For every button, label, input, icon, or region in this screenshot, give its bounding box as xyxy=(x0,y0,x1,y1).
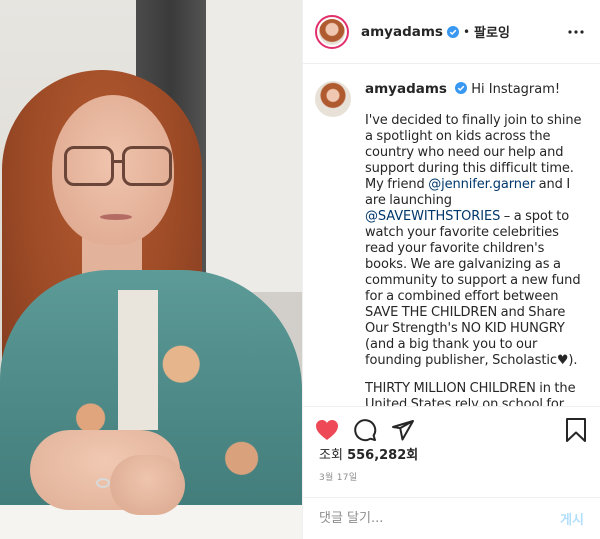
header-separator: • xyxy=(462,24,471,39)
bookmark-icon xyxy=(566,417,586,442)
mention-link[interactable]: @jennifer.garner xyxy=(428,177,535,192)
background-wall xyxy=(205,0,302,300)
post-video[interactable] xyxy=(0,0,302,539)
view-count[interactable]: 조회 556,282회 xyxy=(319,444,418,463)
like-button[interactable] xyxy=(313,416,341,444)
more-icon xyxy=(568,29,584,34)
post-comment-button[interactable]: 게시 xyxy=(560,509,584,528)
caption-area[interactable]: amyadams Hi Instagram! I've decided to f… xyxy=(303,65,600,406)
caption: amyadams Hi Instagram! I've decided to f… xyxy=(315,81,588,406)
caption-paragraph: THIRTY MILLION CHILDREN in the United St… xyxy=(365,381,576,406)
comment-bar: 게시 xyxy=(303,497,600,539)
person-ring xyxy=(96,478,110,488)
views-count: 556,282회 xyxy=(347,448,419,463)
person-collar xyxy=(118,290,158,430)
views-label: 조회 xyxy=(319,448,343,463)
mention-link[interactable]: @SAVEWITHSTORIES xyxy=(365,209,500,224)
person-mouth xyxy=(100,214,132,220)
heart-icon xyxy=(316,419,338,440)
verified-badge-icon xyxy=(446,25,459,38)
comment-icon xyxy=(354,418,377,441)
person-glasses xyxy=(60,146,175,190)
share-button[interactable] xyxy=(389,416,417,444)
header-username[interactable]: amyadams xyxy=(361,24,443,40)
comment-input[interactable] xyxy=(319,511,519,526)
profile-avatar[interactable] xyxy=(315,14,349,49)
instagram-post: amyadams • 팔로잉 amyadams Hi Instagram! I'… xyxy=(0,0,600,539)
caption-username[interactable]: amyadams xyxy=(365,81,447,97)
caption-paragraph: I've decided to finally join to shine a … xyxy=(365,113,582,368)
post-date[interactable]: 3월 17일 xyxy=(319,470,357,483)
person-hand-right xyxy=(110,455,185,515)
verified-badge-icon xyxy=(455,82,468,94)
caption-text: amyadams Hi Instagram! I've decided to f… xyxy=(365,81,585,406)
comment-button[interactable] xyxy=(351,416,379,444)
post-side-panel: amyadams • 팔로잉 amyadams Hi Instagram! I'… xyxy=(302,0,600,539)
more-options-button[interactable] xyxy=(564,20,588,44)
share-icon xyxy=(392,419,414,440)
caption-greeting: Hi Instagram! xyxy=(471,82,561,97)
following-button[interactable]: 팔로잉 xyxy=(474,22,510,41)
save-button[interactable] xyxy=(562,416,590,444)
post-header: amyadams • 팔로잉 xyxy=(303,0,600,64)
caption-avatar[interactable] xyxy=(315,81,351,117)
